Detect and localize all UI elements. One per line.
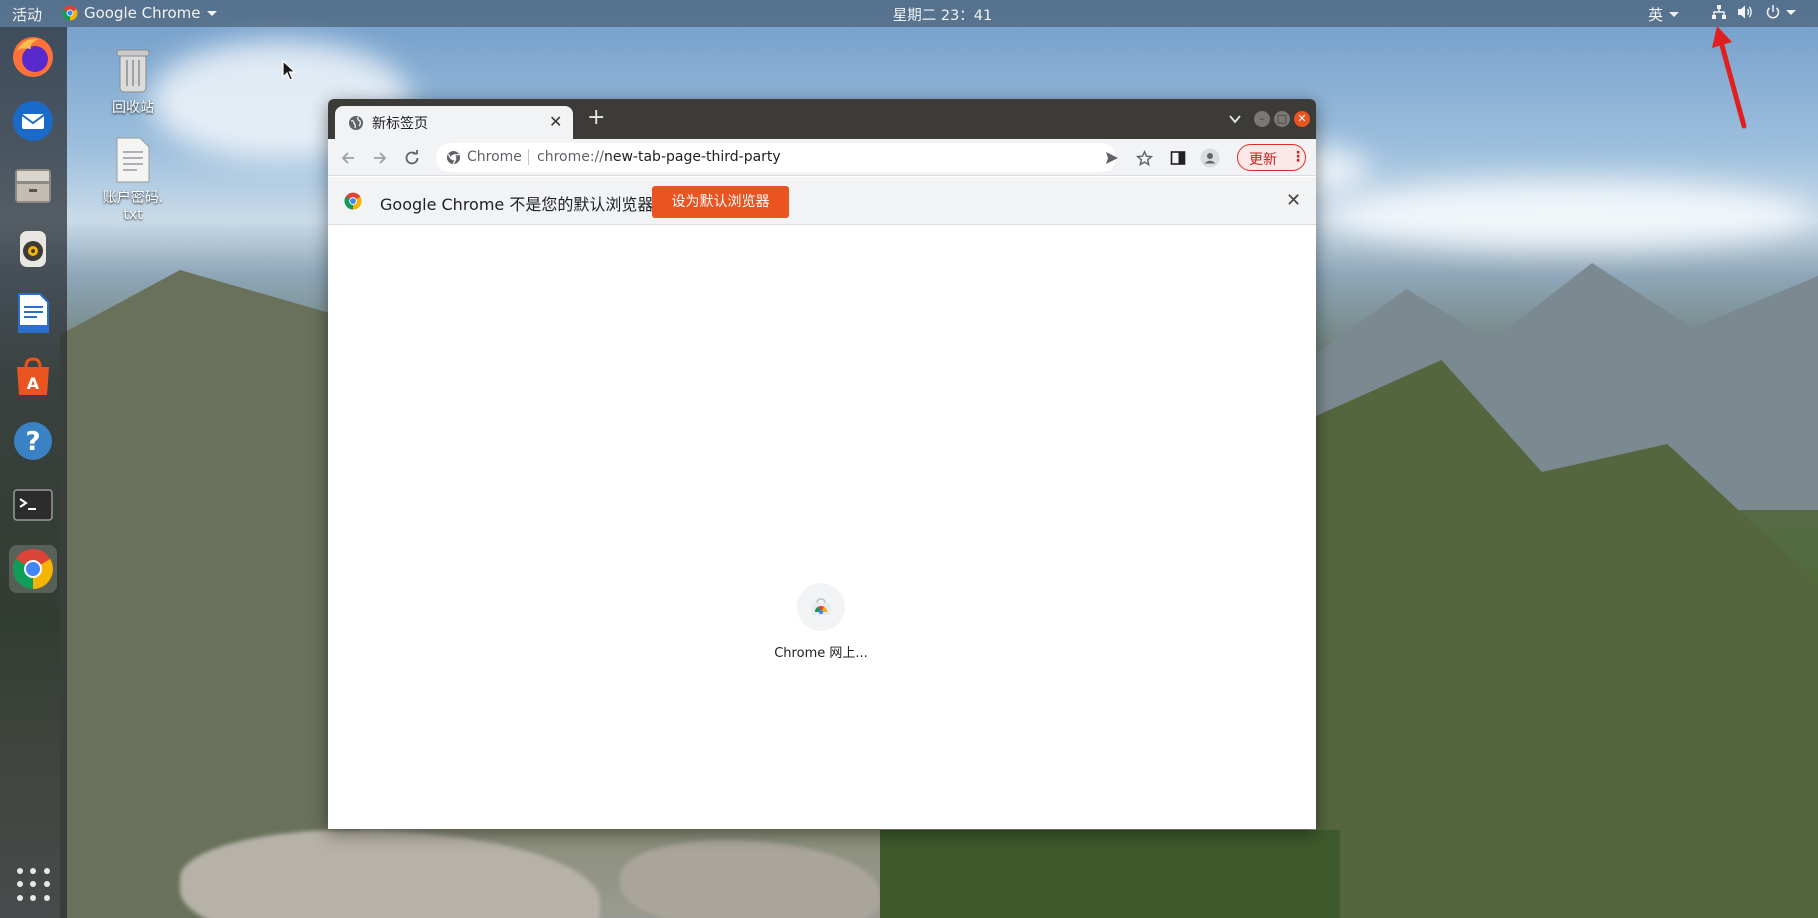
- shortcut-chrome-web-store[interactable]: Chrome 网上...: [771, 583, 871, 661]
- dock-terminal[interactable]: [9, 481, 57, 529]
- back-button[interactable]: [338, 148, 358, 168]
- dock-help[interactable]: ?: [9, 417, 57, 465]
- wallpaper-rocks: [620, 840, 880, 918]
- desktop-file-label: 账户密码. txt: [102, 190, 164, 223]
- dock-firefox[interactable]: [9, 33, 57, 81]
- more-vert-icon: ⋮: [1291, 149, 1305, 165]
- wallpaper-cloud: [1330, 180, 1810, 250]
- files-icon: [15, 169, 51, 203]
- tab-close-icon[interactable]: ✕: [549, 112, 562, 131]
- thunderbird-icon: [13, 101, 53, 141]
- default-browser-infobar: Google Chrome 不是您的默认浏览器 设为默认浏览器 ✕: [328, 177, 1316, 225]
- maximize-button[interactable]: □: [1274, 111, 1290, 127]
- dock-thunderbird[interactable]: [9, 97, 57, 145]
- tab-title: 新标签页: [372, 116, 428, 132]
- input-method-label: 英: [1648, 6, 1664, 24]
- browser-toolbar: Chrome chrome://new-tab-page-third-party…: [328, 139, 1316, 176]
- infobar-message: Google Chrome 不是您的默认浏览器: [380, 195, 654, 214]
- reload-icon: [405, 150, 419, 165]
- wallpaper-left-ridge: [60, 270, 360, 918]
- avatar-icon: [1200, 148, 1220, 168]
- side-panel-icon: [1170, 151, 1186, 165]
- mouse-pointer-icon: [282, 60, 296, 81]
- shortcut-tile: [797, 583, 845, 631]
- dock-files[interactable]: [9, 161, 57, 209]
- omnibox-url[interactable]: chrome://new-tab-page-third-party: [537, 149, 781, 165]
- reload-button[interactable]: [402, 148, 422, 168]
- forward-button[interactable]: [370, 148, 390, 168]
- desktop-trash[interactable]: 回收站: [88, 46, 178, 117]
- chevron-down-icon: [1786, 9, 1796, 15]
- arrow-left-icon: [341, 152, 354, 164]
- new-tab-button[interactable]: +: [587, 107, 605, 129]
- set-default-browser-button[interactable]: 设为默认浏览器: [652, 186, 789, 218]
- power-icon: [1766, 5, 1780, 19]
- volume-icon[interactable]: [1736, 4, 1754, 24]
- arrow-right-icon: [374, 152, 387, 164]
- wallpaper-forest: [880, 830, 1340, 918]
- window-titlebar[interactable]: 新标签页 ✕ + – □ ✕: [328, 99, 1316, 139]
- omnibox-separator: [528, 149, 529, 165]
- tab-search-chevron-icon[interactable]: [1228, 111, 1242, 130]
- side-panel-button[interactable]: [1168, 148, 1188, 168]
- update-label: 更新: [1249, 152, 1277, 168]
- send-tab-button[interactable]: [1102, 148, 1122, 168]
- text-file-icon: [116, 137, 150, 183]
- chrome-icon: [344, 192, 362, 210]
- rhythmbox-icon: [20, 231, 46, 267]
- input-method-menu[interactable]: 英: [1648, 4, 1680, 25]
- omnibox[interactable]: Chrome chrome://new-tab-page-third-party: [436, 143, 1116, 172]
- desktop-file[interactable]: 账户密码. txt: [88, 136, 178, 224]
- tab-new-tab[interactable]: 新标签页 ✕: [335, 106, 573, 139]
- top-bar: 活动 Google Chrome 星期二 23：41 英: [0, 0, 1818, 27]
- chevron-down-icon: [1669, 12, 1680, 17]
- bookmark-button[interactable]: [1134, 148, 1154, 168]
- show-applications-button[interactable]: [17, 868, 51, 902]
- terminal-icon: [13, 489, 53, 521]
- update-button[interactable]: 更新 ⋮: [1237, 144, 1306, 171]
- new-tab-page: Chrome 网上...: [328, 226, 1316, 829]
- dock-libreoffice-writer[interactable]: [9, 289, 57, 337]
- chrome-icon: [13, 549, 53, 589]
- chrome-window: 新标签页 ✕ + – □ ✕ Chrome chrome://new-tab-p…: [328, 99, 1316, 829]
- send-icon: [1106, 152, 1118, 164]
- shortcut-label: Chrome 网上...: [774, 646, 868, 661]
- omnibox-site-chip: Chrome: [467, 149, 522, 165]
- firefox-icon: [13, 37, 53, 77]
- writer-icon: [18, 293, 49, 333]
- network-icon[interactable]: [1711, 4, 1727, 24]
- dock-ubuntu-software[interactable]: A: [9, 353, 57, 401]
- infobar-close-icon[interactable]: ✕: [1286, 190, 1301, 211]
- minimize-button[interactable]: –: [1254, 111, 1270, 127]
- chrome-site-icon: [446, 150, 461, 165]
- star-icon: [1135, 149, 1153, 166]
- dock-rhythmbox[interactable]: [9, 225, 57, 273]
- dock-google-chrome[interactable]: [9, 545, 57, 593]
- trash-icon: [116, 49, 150, 93]
- svg-text:A: A: [27, 374, 40, 393]
- profile-button[interactable]: [1200, 148, 1220, 168]
- desktop-trash-label: 回收站: [112, 100, 154, 116]
- window-close-button[interactable]: ✕: [1294, 111, 1310, 127]
- red-annotation-arrow: [1712, 26, 1747, 129]
- system-menu[interactable]: [1765, 4, 1796, 20]
- help-icon: ?: [14, 422, 52, 460]
- software-icon: A: [17, 357, 49, 395]
- svg-text:?: ?: [25, 427, 40, 457]
- globe-icon: [349, 116, 363, 130]
- clock[interactable]: 星期二 23：41: [0, 4, 1818, 25]
- dock: A ?: [0, 27, 67, 918]
- wallpaper-rocks: [180, 830, 600, 918]
- web-store-icon: [812, 598, 830, 615]
